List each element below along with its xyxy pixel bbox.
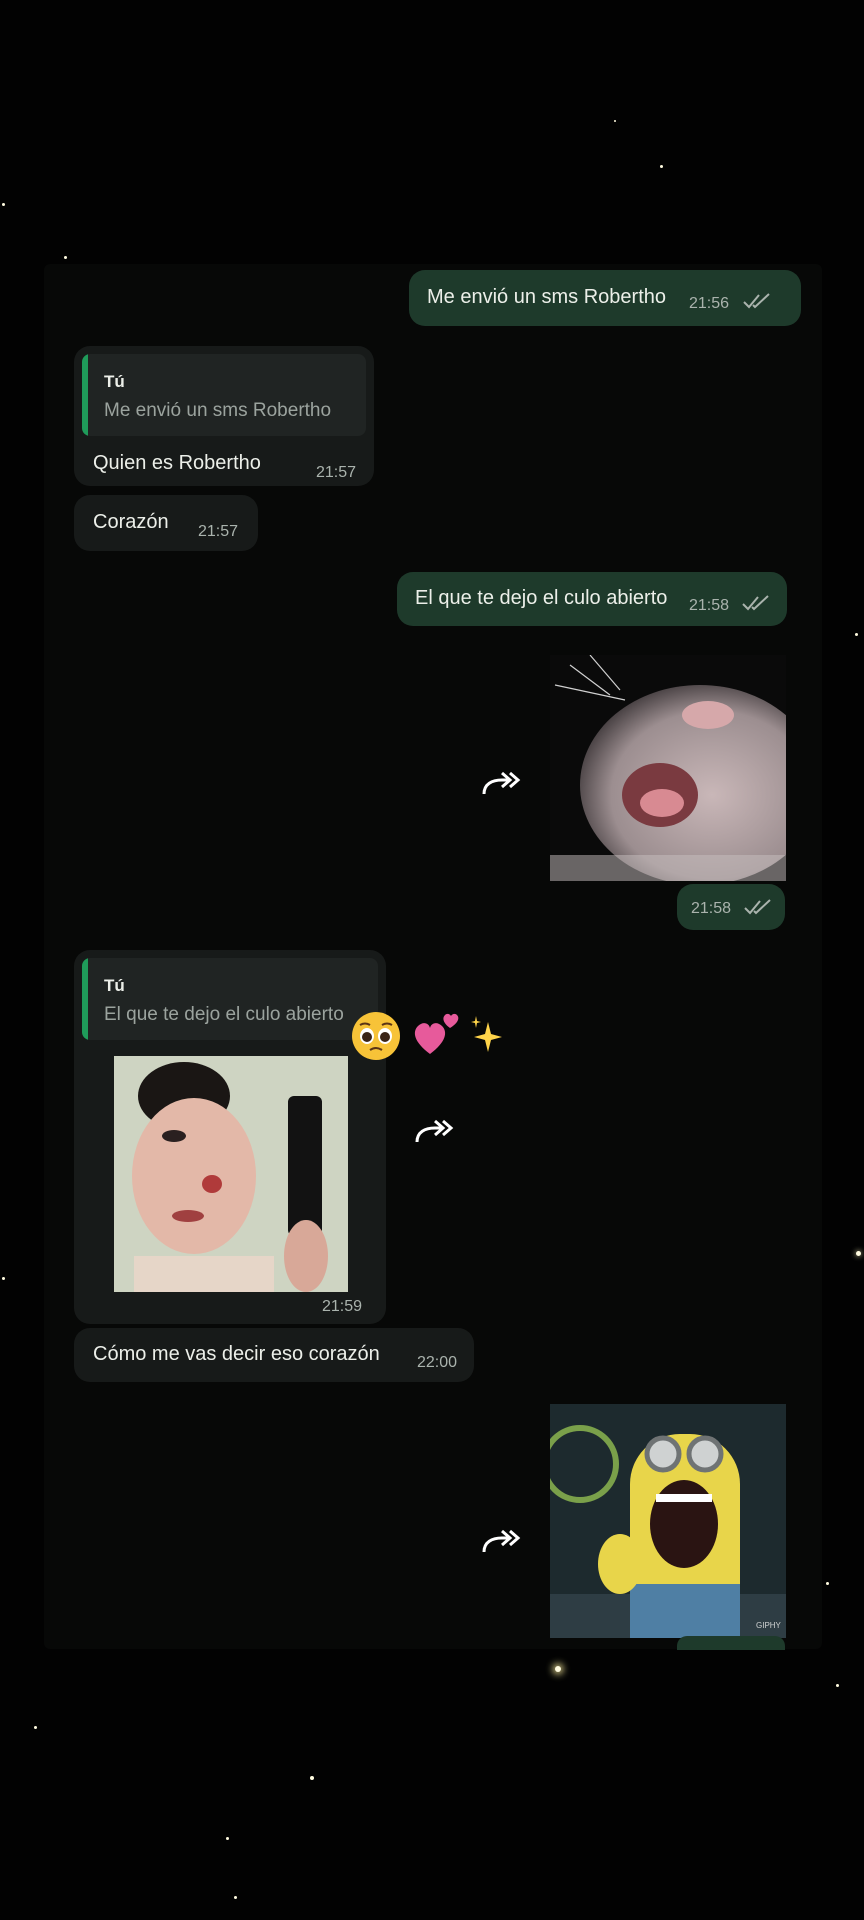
screaming-rat-illustration xyxy=(550,655,786,881)
reply-author: Tú xyxy=(104,976,125,995)
star xyxy=(836,1684,839,1687)
star xyxy=(2,1277,5,1280)
forward-icon[interactable] xyxy=(480,1528,522,1558)
message-text: Corazón xyxy=(93,511,169,533)
star xyxy=(555,1666,561,1672)
minion-gif-image[interactable]: GIPHY xyxy=(550,1404,786,1638)
star xyxy=(34,1726,37,1729)
message-time: 21:57 xyxy=(316,464,357,481)
screaming-minion-illustration: GIPHY xyxy=(550,1404,786,1638)
reply-bar xyxy=(82,354,88,436)
read-ticks-icon xyxy=(743,293,770,309)
reply-text: El que te dejo el culo abierto xyxy=(104,1004,344,1025)
chat-screen: Me envió un sms Robertho 21:56 Tú Me env… xyxy=(0,0,864,1920)
rat-sticker-image[interactable] xyxy=(550,655,786,881)
star xyxy=(64,256,67,259)
clown-boy-image[interactable] xyxy=(114,1056,348,1292)
reply-bar xyxy=(82,958,88,1040)
read-ticks-icon xyxy=(744,899,771,915)
message-time: 21:56 xyxy=(689,295,730,312)
pleading-face-emoji xyxy=(352,1012,400,1060)
giphy-badge: GIPHY xyxy=(756,1621,782,1630)
read-ticks-icon xyxy=(742,595,769,611)
message-time: 21:57 xyxy=(198,523,239,540)
message-time: 21:58 xyxy=(691,900,732,917)
star xyxy=(856,1251,861,1256)
reply-quote[interactable]: Tú Me envió un sms Robertho xyxy=(82,354,366,436)
forward-icon[interactable] xyxy=(480,770,522,800)
incoming-image-message[interactable]: Tú El que te dejo el culo abierto 21:59 xyxy=(74,950,386,1324)
reply-quote[interactable]: Tú El que te dejo el culo abierto xyxy=(82,958,378,1040)
message-text: Quien es Robertho xyxy=(93,452,261,474)
star xyxy=(826,1582,829,1585)
star xyxy=(2,203,5,206)
star xyxy=(660,165,663,168)
star xyxy=(855,633,858,636)
star xyxy=(234,1896,237,1899)
message-time: 22:00 xyxy=(417,1354,458,1371)
message-text: El que te dejo el culo abierto xyxy=(415,587,668,609)
reply-author: Tú xyxy=(104,372,125,391)
forward-icon[interactable] xyxy=(413,1118,455,1148)
gif-status-strip xyxy=(677,1636,785,1650)
incoming-message[interactable]: Tú Me envió un sms Robertho Quien es Rob… xyxy=(74,346,374,486)
message-text: Cómo me vas decir eso corazón xyxy=(93,1343,380,1365)
star xyxy=(226,1837,229,1840)
message-text: Me envió un sms Robertho xyxy=(427,286,667,308)
message-time: 21:58 xyxy=(689,597,730,614)
outgoing-message[interactable]: Me envió un sms Robertho 21:56 xyxy=(409,270,801,326)
reply-text: Me envió un sms Robertho xyxy=(104,400,332,421)
star xyxy=(614,120,616,122)
sticker-status: 21:58 xyxy=(677,884,785,930)
message-time: 21:59 xyxy=(322,1298,363,1315)
star xyxy=(310,1776,314,1780)
two-hearts-emoji xyxy=(414,1013,459,1054)
incoming-message[interactable]: Cómo me vas decir eso corazón 22:00 xyxy=(74,1328,474,1382)
clown-boy-phone-illustration xyxy=(114,1056,348,1292)
incoming-message[interactable]: Corazón 21:57 xyxy=(74,495,258,551)
sparkles-emoji xyxy=(471,1016,502,1052)
outgoing-message[interactable]: El que te dejo el culo abierto 21:58 xyxy=(397,572,787,626)
